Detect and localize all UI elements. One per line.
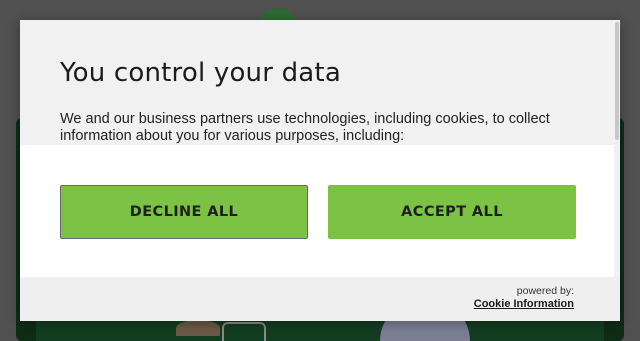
basket-image [222,322,266,341]
dialog-scrollbar[interactable] [614,20,620,277]
decline-all-button[interactable]: DECLINE ALL [60,185,308,239]
dialog-footer: powered by: Cookie Information [20,277,620,321]
powered-by-label: powered by: [516,285,574,297]
dialog-description: We and our business partners use technol… [60,111,550,144]
plant-pot-image [176,320,220,336]
dialog-title: You control your data [60,58,341,88]
dialog-actions: DECLINE ALL ACCEPT ALL [20,145,614,277]
accept-all-button[interactable]: ACCEPT ALL [328,185,576,239]
dialog-content[interactable]: You control your data We and our busines… [20,20,620,145]
cookie-information-link[interactable]: Cookie Information [474,298,574,310]
scrollbar-thumb[interactable] [615,22,619,140]
cookie-consent-dialog: You control your data We and our busines… [20,20,620,321]
